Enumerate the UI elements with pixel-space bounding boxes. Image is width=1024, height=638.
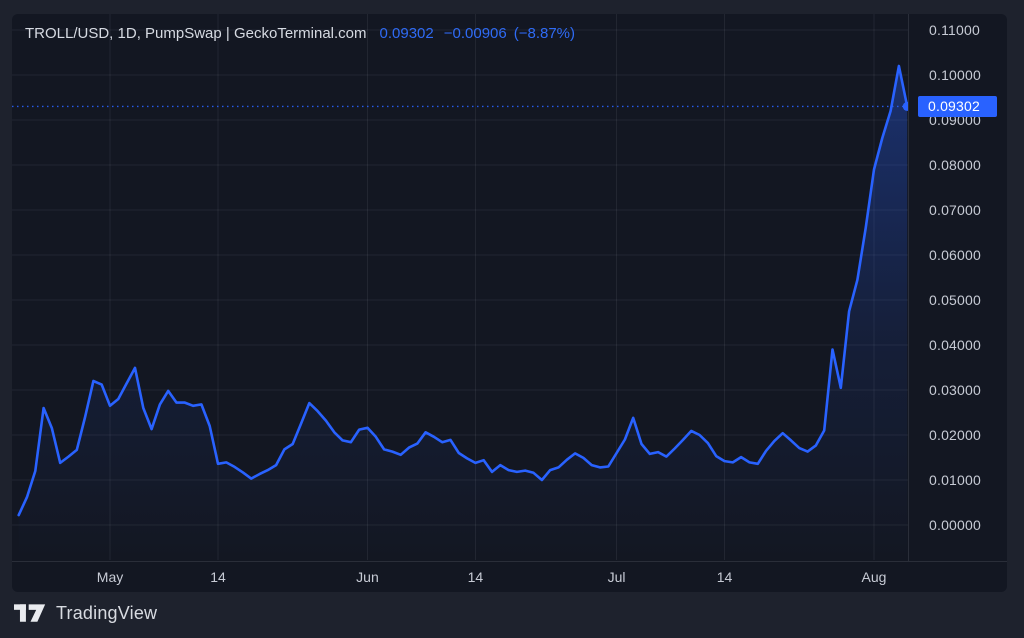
price-change-abs: −0.00906 <box>444 25 507 42</box>
time-axis-label: 14 <box>468 569 484 585</box>
tradingview-chart-page: TROLL/USD, 1D, PumpSwap | GeckoTerminal.… <box>0 0 1024 638</box>
chart-legend: TROLL/USD, 1D, PumpSwap | GeckoTerminal.… <box>25 24 575 44</box>
area-fill <box>19 66 908 559</box>
price-axis-label: 0.07000 <box>929 202 981 218</box>
tradingview-logo-icon <box>14 603 47 624</box>
tradingview-logo-text: TradingView <box>56 603 157 624</box>
price-axis-label: 0.11000 <box>929 22 980 38</box>
current-price-badge: 0.09302 <box>918 96 997 117</box>
time-axis-label: May <box>97 569 123 585</box>
last-price-value: 0.09302 <box>380 25 434 42</box>
price-axis-label: 0.01000 <box>929 472 981 488</box>
price-axis[interactable]: 0.09302 0.110000.100000.090000.080000.07… <box>908 14 1007 561</box>
time-axis-label: Jul <box>608 569 626 585</box>
time-axis-label: 14 <box>210 569 226 585</box>
price-axis-label: 0.08000 <box>929 157 981 173</box>
time-axis-label: 14 <box>717 569 733 585</box>
symbol-title[interactable]: TROLL/USD, 1D, PumpSwap | GeckoTerminal.… <box>25 25 367 42</box>
price-axis-label: 0.00000 <box>929 517 981 533</box>
time-axis-label: Aug <box>862 569 887 585</box>
price-axis-label: 0.03000 <box>929 382 981 398</box>
time-axis-label: Jun <box>356 569 379 585</box>
price-axis-label: 0.06000 <box>929 247 981 263</box>
chart-pane[interactable]: TROLL/USD, 1D, PumpSwap | GeckoTerminal.… <box>12 14 908 561</box>
price-axis-label: 0.02000 <box>929 427 981 443</box>
price-area-chart <box>12 14 908 561</box>
chart-panel: TROLL/USD, 1D, PumpSwap | GeckoTerminal.… <box>12 14 1007 592</box>
price-axis-label: 0.10000 <box>929 67 981 83</box>
time-axis[interactable]: May 14 Jun 14 Jul 14 Aug <box>12 561 1007 592</box>
price-change-pct: (−8.87%) <box>514 25 575 42</box>
current-price-badge-value: 0.09302 <box>928 98 980 114</box>
price-axis-label: 0.05000 <box>929 292 981 308</box>
tradingview-branding[interactable]: TradingView <box>14 603 157 624</box>
price-axis-label: 0.04000 <box>929 337 981 353</box>
